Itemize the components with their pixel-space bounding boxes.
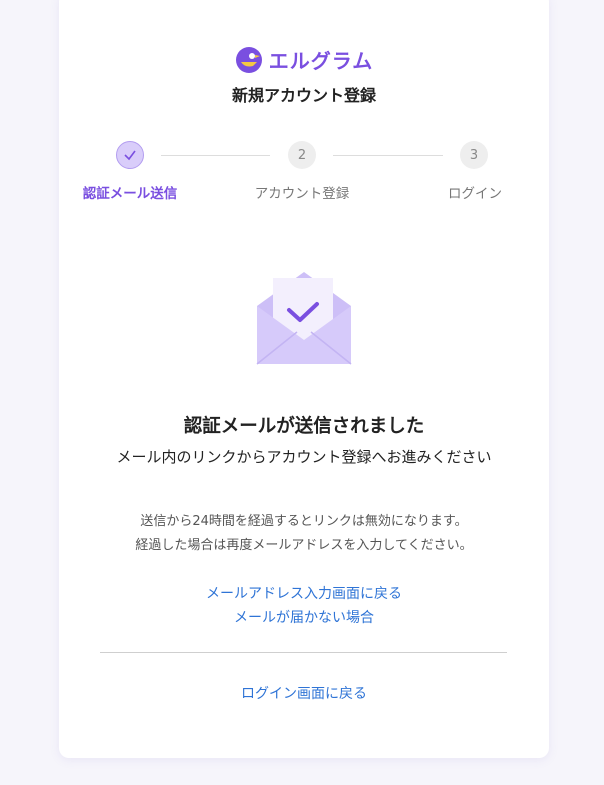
step-3-circle: 3 — [460, 141, 488, 169]
confirmation-subhead: メール内のリンクからアカウント登録へお進みください — [116, 448, 492, 466]
step-2-circle: 2 — [288, 141, 316, 169]
progress-stepper: 2 3 認証メール送信 アカウント登録 ログイン — [59, 141, 549, 211]
bird-logo-icon — [235, 46, 262, 73]
divider — [100, 652, 507, 653]
notice-line-1: 送信から24時間を経過するとリンクは無効になります。 — [140, 514, 468, 529]
step-1-label: 認証メール送信 — [82, 186, 178, 202]
step-3-number: 3 — [469, 147, 479, 163]
notice-line-2: 経過した場合は再度メールアドレスを入力してください。 — [135, 538, 473, 553]
expiry-notice: 送信から24時間を経過するとリンクは無効になります。 経過した場合は再度メールア… — [59, 510, 549, 558]
step-connector — [161, 155, 270, 156]
page-title: 新規アカウント登録 — [231, 86, 376, 105]
envelope-icon — [256, 272, 352, 365]
step-3-label: ログイン — [448, 186, 502, 202]
signup-card: エルグラム 新規アカウント登録 2 3 認証メール送信 アカウント登録 ログイン… — [59, 0, 549, 758]
check-icon — [124, 150, 136, 161]
envelope-check-illustration — [255, 270, 353, 366]
confirmation-headline: 認証メールが送信されました — [183, 416, 425, 437]
step-1-circle — [116, 141, 144, 169]
back-to-login-link[interactable]: ログイン画面に戻る — [59, 683, 549, 703]
step-connector — [333, 155, 443, 156]
back-to-email-link[interactable]: メールアドレス入力画面に戻る — [59, 583, 549, 603]
brand-logo: エルグラム — [59, 45, 549, 74]
step-2-number: 2 — [297, 147, 307, 163]
brand-name: エルグラム — [268, 49, 374, 73]
step-2-label: アカウント登録 — [254, 186, 350, 202]
email-not-received-link[interactable]: メールが届かない場合 — [59, 607, 549, 627]
